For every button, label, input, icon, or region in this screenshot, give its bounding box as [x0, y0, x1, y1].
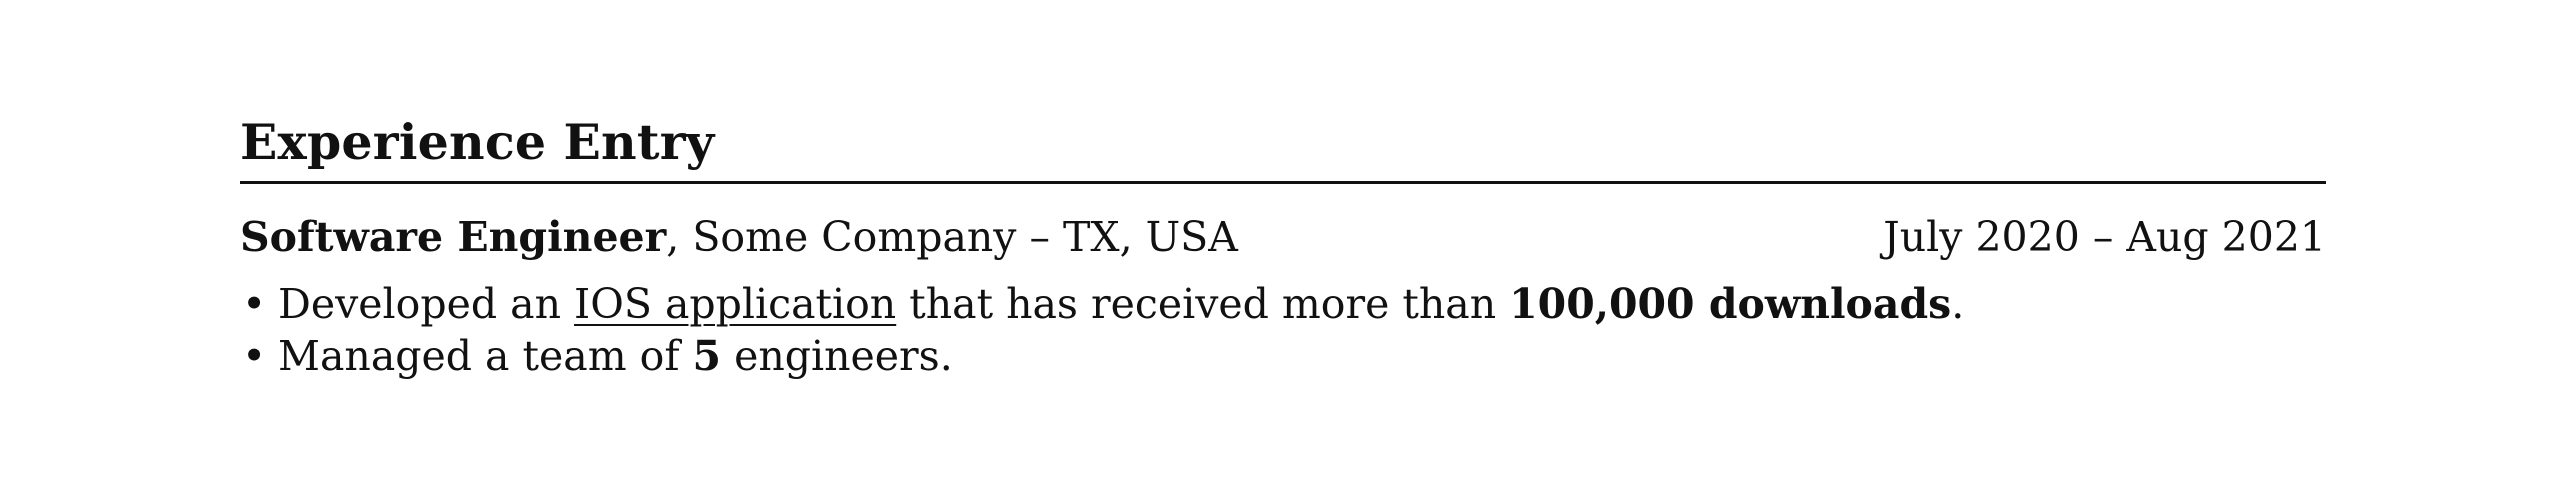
- bullet-item: • Managed a team of 5 engineers.: [240, 330, 2326, 382]
- bullet-text: Developed an: [278, 280, 575, 328]
- bullet-emphasis: 5: [692, 332, 722, 380]
- entry-header: Software Engineer, Some Company – TX, US…: [240, 217, 2326, 258]
- company-location: Some Company – TX, USA: [692, 213, 1238, 261]
- entry-bullet-list: • Developed an IOS application that has r…: [240, 278, 2326, 382]
- section-title: Experience Entry: [240, 113, 715, 171]
- bullet-emphasis: 100,000 downloads: [1509, 280, 1952, 328]
- section-divider: [240, 181, 2326, 184]
- bullet-marker: •: [242, 280, 267, 328]
- bullet-marker: •: [242, 332, 267, 380]
- ios-application-link[interactable]: IOS application: [574, 280, 896, 328]
- bullet-text: .: [1951, 280, 1965, 328]
- bullet-item: • Developed an IOS application that has r…: [240, 278, 2326, 330]
- bullet-text: engineers.: [721, 332, 953, 380]
- job-title: Software Engineer: [240, 213, 667, 261]
- entry-dates: July 2020 – Aug 2021: [1883, 213, 2326, 261]
- entry-role-company: Software Engineer, Some Company – TX, US…: [240, 217, 1238, 258]
- company-separator: ,: [666, 213, 693, 261]
- experience-section: Experience Entry Software Engineer, Some…: [240, 118, 2326, 382]
- bullet-text: Managed a team of: [278, 332, 693, 380]
- bullet-text: that has received more than: [896, 280, 1510, 328]
